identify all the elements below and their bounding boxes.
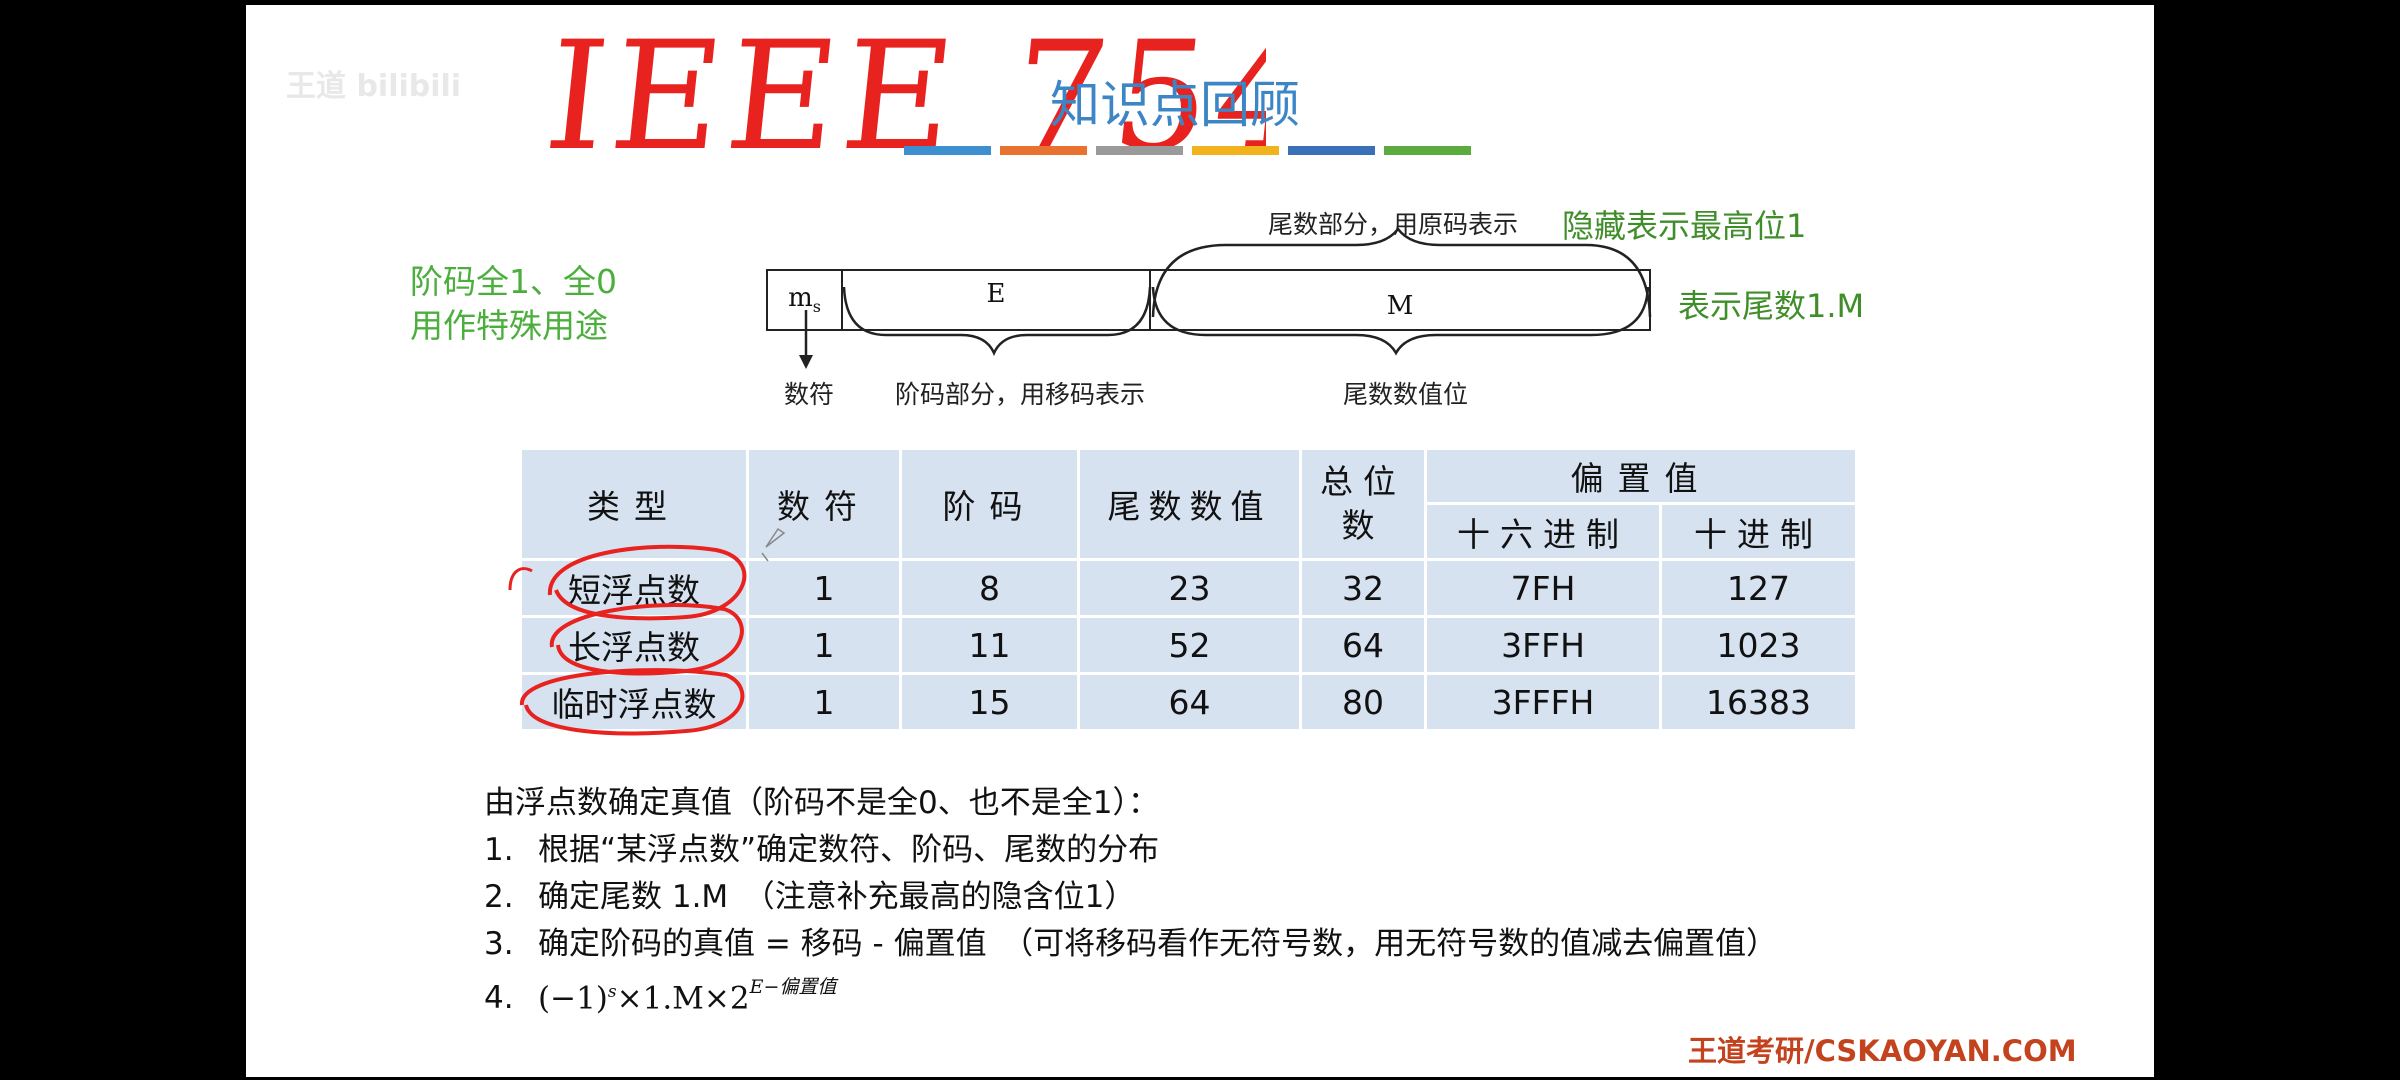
row-long-sign: 1	[749, 618, 902, 675]
row-temp-mantissa: 64	[1080, 675, 1302, 732]
col-header-total-bits-line1: 总位	[1320, 462, 1406, 501]
row-long-mantissa: 52	[1080, 618, 1302, 675]
footer-brand: 王道考研/CSKAOYAN.COM	[1688, 1034, 2077, 1068]
truth-value-steps: 由浮点数确定真值（阶码不是全0、也不是全1）： 1. 根据“某浮点数”确定数符、阶…	[484, 780, 1777, 1022]
sign-label: 数符	[784, 380, 835, 409]
mantissa-field-box: M	[1149, 269, 1651, 331]
special-use-note: 阶码全1、全0 用作特殊用途	[410, 260, 617, 348]
row-short-exponent: 8	[902, 561, 1080, 618]
steps-intro: 由浮点数确定真值（阶码不是全0、也不是全1）：	[484, 785, 1159, 821]
special-use-note-line1: 阶码全1、全0	[410, 262, 617, 301]
col-header-total-bits-line2: 数	[1341, 506, 1385, 545]
exponent-label: 阶码部分，用移码表示	[895, 380, 1146, 409]
col-header-sign: 数符	[749, 450, 902, 561]
watermark: 王道 bilibili	[286, 69, 462, 104]
row-temp-sign: 1	[749, 675, 902, 732]
row-temp-exponent: 15	[902, 675, 1080, 732]
mantissa-field-label: M	[1386, 291, 1414, 321]
special-use-note-line2: 用作特殊用途	[410, 306, 608, 345]
col-header-mantissa: 尾数数值	[1080, 450, 1302, 561]
row-temp-hex: 3FFFH	[1427, 675, 1662, 732]
row-temp-total: 80	[1302, 675, 1427, 732]
title-color-bar	[1096, 146, 1183, 155]
mantissa-value-label: 尾数数值位	[1343, 380, 1469, 409]
row-long-total: 64	[1302, 618, 1427, 675]
row-short-type: 短浮点数	[522, 561, 749, 618]
sign-field-label: ms	[788, 283, 821, 317]
col-header-bias: 偏置值	[1427, 450, 1858, 505]
slide-subtitle: 知识点回顾	[1050, 76, 1300, 134]
col-header-bias-dec: 十进制	[1662, 505, 1858, 561]
sign-field-box: ms	[766, 269, 843, 331]
col-header-type: 类型	[522, 450, 749, 561]
title-color-bar	[1384, 146, 1471, 155]
title-color-bar	[904, 146, 991, 155]
row-long-type: 长浮点数	[522, 618, 749, 675]
row-long-exponent: 11	[902, 618, 1080, 675]
row-short-total: 32	[1302, 561, 1427, 618]
col-header-total-bits: 总位 数	[1302, 450, 1427, 561]
title-color-bar	[1000, 146, 1087, 155]
row-long-dec: 1023	[1662, 618, 1858, 675]
row-temp-type: 临时浮点数	[522, 675, 749, 732]
title-color-bar	[1288, 146, 1375, 155]
step-3: 3. 确定阶码的真值 = 移码 - 偏置值 （可将移码看作无符号数，用无符号数的值…	[484, 926, 1778, 962]
float-format-table: 类型 数符 阶码 尾数数值 总位 数 偏置值 十六进制 十进制 短浮点数 1 8…	[522, 450, 1858, 732]
slide: 王道 bilibili IEEE 754 知识点回顾 阶码全1、全0 用作特殊用…	[246, 5, 2154, 1077]
row-short-mantissa: 23	[1080, 561, 1302, 618]
col-header-bias-hex: 十六进制	[1427, 505, 1662, 561]
step-2: 2. 确定尾数 1.M （注意补充最高的隐含位1）	[484, 879, 1136, 915]
exponent-field-box: E	[841, 269, 1151, 331]
col-header-exponent: 阶码	[902, 450, 1080, 561]
hidden-bit-note: 隐藏表示最高位1	[1562, 207, 1807, 245]
title-color-bar	[1192, 146, 1279, 155]
step-1: 1. 根据“某浮点数”确定数符、阶码、尾数的分布	[484, 832, 1160, 868]
row-long-hex: 3FFH	[1427, 618, 1662, 675]
exponent-field-label: E	[986, 279, 1006, 309]
mantissa-form-note: 表示尾数1.M	[1678, 287, 1865, 325]
row-temp-dec: 16383	[1662, 675, 1858, 732]
step-4-formula: 4. (−1)s×1.M×2E−偏置值	[484, 976, 837, 1017]
row-short-hex: 7FH	[1427, 561, 1662, 618]
row-short-sign: 1	[749, 561, 902, 618]
mantissa-top-label: 尾数部分，用原码表示	[1268, 210, 1519, 239]
row-short-dec: 127	[1662, 561, 1858, 618]
